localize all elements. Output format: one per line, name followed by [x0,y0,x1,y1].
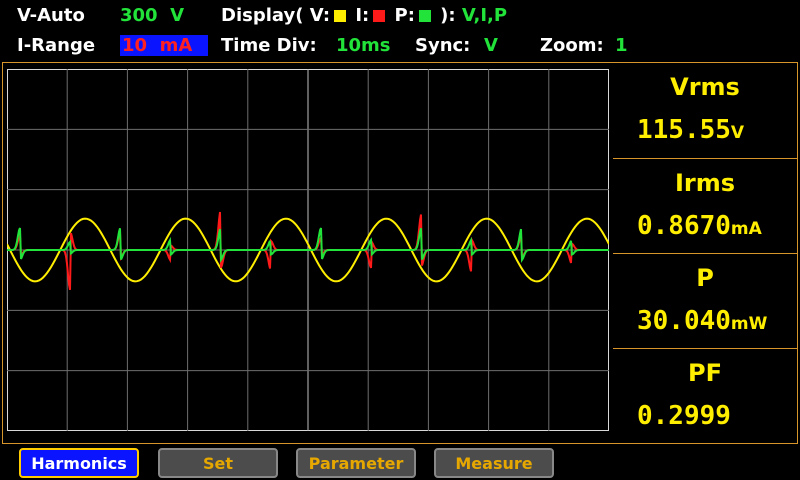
power-unit: mW [730,314,768,334]
irange-value-text: 10 mA [120,35,209,56]
power-label: P [696,264,714,292]
sync-value[interactable]: V [484,35,498,57]
vrms-label: Vrms [670,73,740,101]
waveform-scope [7,69,609,431]
vrms-unit: V [730,123,745,143]
vrms-value: 115.55V [637,115,744,145]
voltage-range-value[interactable]: 300 V [120,5,184,27]
power-number: 30.040 [637,306,731,336]
p-legend-swatch [418,10,431,22]
measure-button[interactable]: Measure [434,448,554,478]
harmonics-button[interactable]: Harmonics [19,448,139,478]
power-box: P 30.040mW [613,253,797,348]
v-legend-swatch [334,10,347,22]
display-p-label: P: [394,5,415,26]
voltage-range-number: 300 [120,5,158,26]
irms-value: 0.8670mA [637,211,762,241]
irange-value[interactable]: 10 mA [120,35,209,57]
i-legend-swatch [373,10,386,22]
pf-number: 0.2999 [637,401,731,431]
irms-label: Irms [674,169,736,197]
irms-number: 0.8670 [637,211,731,241]
display-label: Display( V: [221,5,331,26]
pf-value: 0.2999 [637,401,731,431]
pf-box: PF 0.2999 [613,348,797,443]
display-value: V,I,P [461,5,508,26]
vrms-number: 115.55 [637,115,731,145]
zoom-value[interactable]: 1 [615,35,628,57]
zoom-label: Zoom: [540,35,604,56]
parameter-button[interactable]: Parameter [296,448,416,478]
display-selector[interactable]: Display( V: I: P: ): V,I,P [221,5,507,27]
voltage-range-unit: V [170,5,185,26]
voltage-mode-label: V-Auto [17,5,85,26]
irms-unit: mA [730,219,762,239]
pf-label: PF [688,359,722,387]
timediv-label: Time Div: [221,35,317,56]
measurement-panel: Vrms 115.55V Irms 0.8670mA P 30.040mW PF… [613,63,797,443]
irange-label: I-Range [17,35,96,56]
vrms-box: Vrms 115.55V [613,63,797,158]
irms-box: Irms 0.8670mA [613,158,797,253]
display-i-label: I: [355,5,370,26]
power-value: 30.040mW [637,306,767,336]
sync-label: Sync: [415,35,471,56]
set-button[interactable]: Set [158,448,278,478]
display-close: ): [440,5,456,26]
timediv-value[interactable]: 10ms [336,35,391,57]
